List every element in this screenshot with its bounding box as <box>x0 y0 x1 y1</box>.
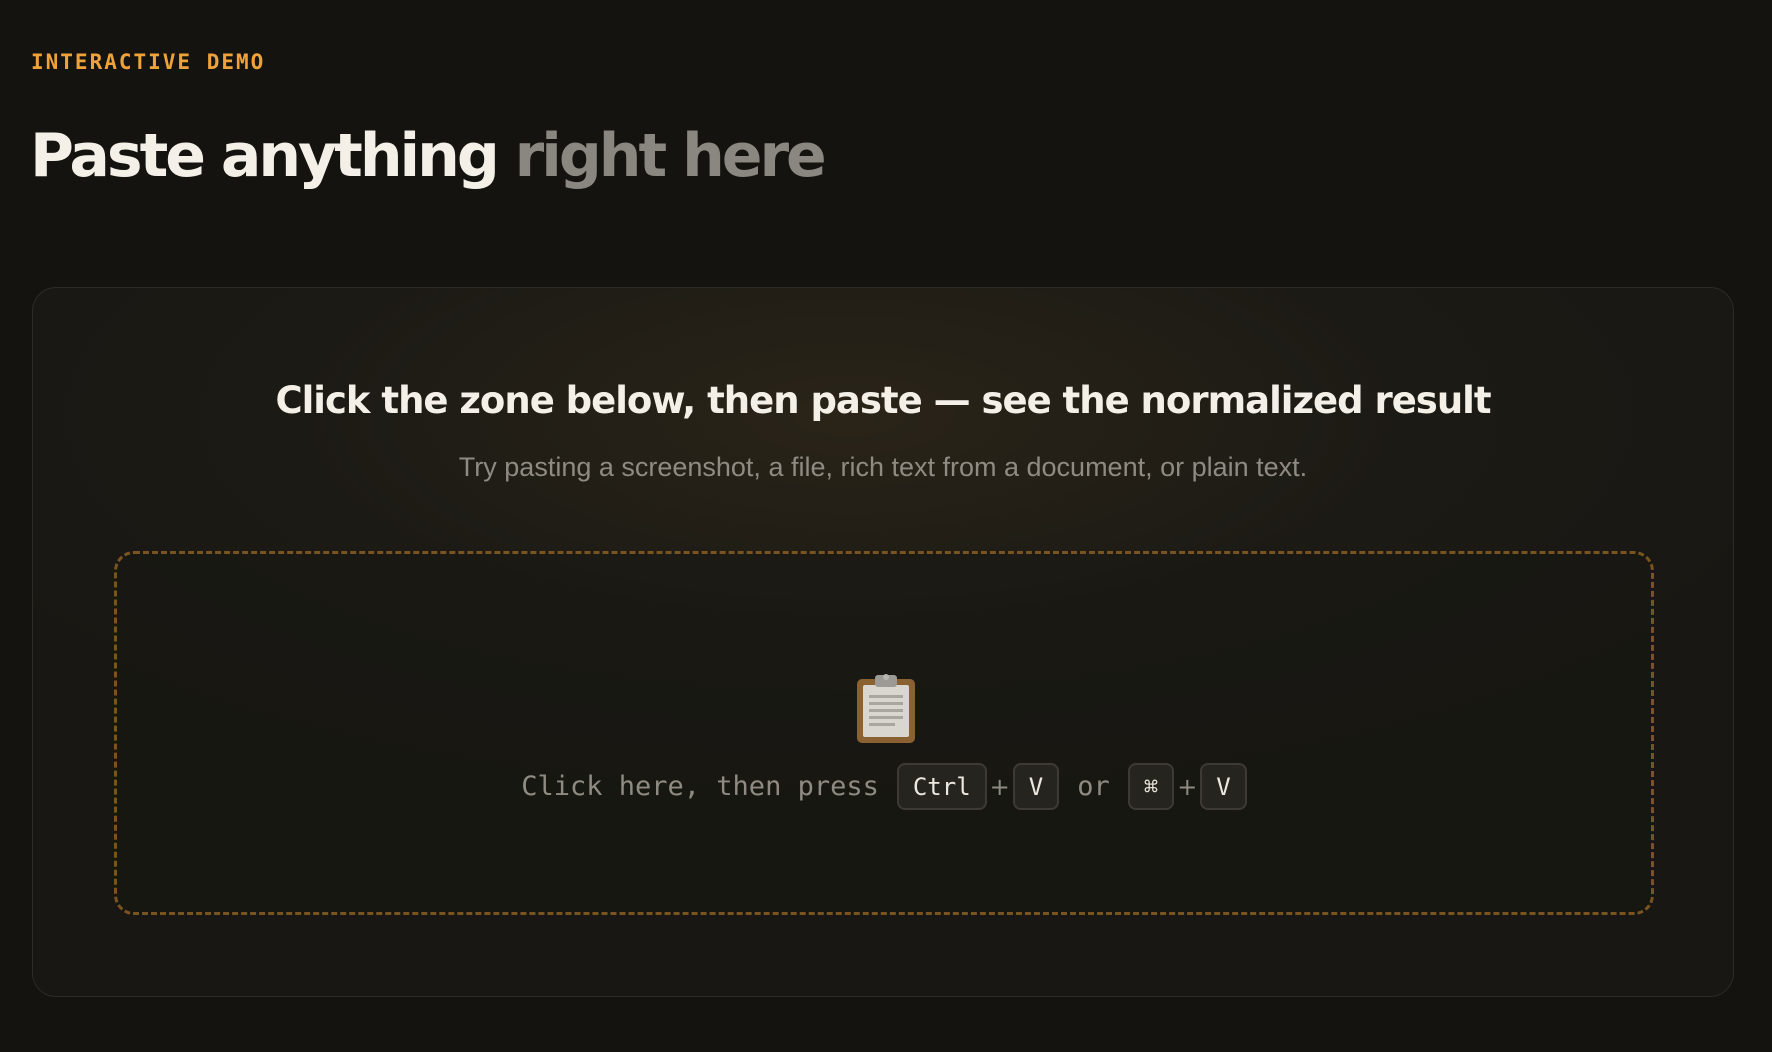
page-title-main: Paste anything <box>30 121 500 191</box>
section-eyebrow: INTERACTIVE DEMO <box>31 50 266 74</box>
paste-dropzone[interactable]: Click here, then press Ctrl + V or ⌘ + V <box>114 551 1654 915</box>
card-title: Click the zone below, then paste — see t… <box>275 379 1491 422</box>
clipboard-icon <box>857 674 915 743</box>
kbd-cmd: ⌘ <box>1127 763 1175 810</box>
kbd-v: V <box>1200 763 1247 810</box>
card-subtitle: Try pasting a screenshot, a file, rich t… <box>458 452 1308 482</box>
demo-card: Click the zone below, then paste — see t… <box>32 287 1734 997</box>
kbd-plus: + <box>989 772 1010 801</box>
page-title: Paste anything right here <box>30 116 827 196</box>
paste-prompt-text: Click here, then press <box>521 771 879 802</box>
shortcut-separator: or <box>1077 771 1110 802</box>
paste-instructions: Click here, then press Ctrl + V or ⌘ + V <box>117 763 1651 810</box>
kbd-v: V <box>1012 763 1060 810</box>
kbd-plus: + <box>1177 772 1198 801</box>
kbd-ctrl: Ctrl <box>896 763 987 810</box>
page-title-muted: right here <box>514 121 827 191</box>
